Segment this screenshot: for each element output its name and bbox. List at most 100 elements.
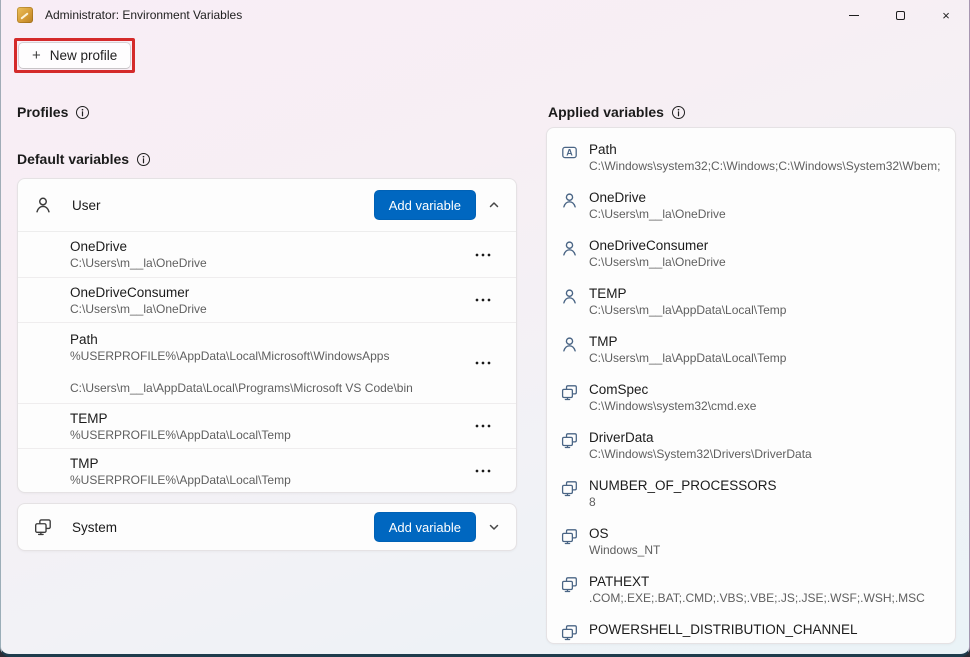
applied-value: 8 — [589, 495, 777, 510]
applied-row-powershell-distribution-channel: POWERSHELL_DISTRIBUTION_CHANNEL — [547, 620, 955, 644]
maximize-button[interactable] — [877, 0, 923, 30]
user-icon — [34, 196, 52, 214]
applied-row-driverdata: DriverData C:\Windows\System32\Drivers\D… — [547, 428, 955, 476]
system-card-header[interactable]: System Add variable — [18, 504, 516, 550]
variable-value: C:\Users\m__la\OneDrive — [70, 256, 450, 271]
user-card-title: User — [72, 198, 101, 213]
applied-row-pathext: PATHEXT .COM;.EXE;.BAT;.CMD;.VBS;.VBE;.J… — [547, 572, 955, 620]
variable-name: Path — [70, 331, 516, 349]
applied-row-os: OS Windows_NT — [547, 524, 955, 572]
chevron-up-icon — [488, 199, 500, 211]
window-title: Administrator: Environment Variables — [45, 8, 242, 22]
default-variables-section-label: Default variables — [17, 151, 151, 167]
chevron-down-icon — [488, 521, 500, 533]
user-icon — [561, 192, 578, 209]
applied-variables-info-icon[interactable] — [671, 105, 686, 120]
user-add-variable-button[interactable]: Add variable — [374, 190, 476, 220]
applied-row-tmp: TMP C:\Users\m__la\AppData\Local\Temp — [547, 332, 955, 380]
variable-value: %USERPROFILE%\AppData\Local\Temp — [70, 428, 450, 443]
applied-name: OneDrive — [589, 189, 726, 207]
applied-row-comspec: ComSpec C:\Windows\system32\cmd.exe — [547, 380, 955, 428]
maximize-icon — [896, 11, 905, 20]
applied-name: OS — [589, 525, 660, 543]
variable-more-button[interactable] — [468, 244, 498, 266]
variable-more-button[interactable] — [468, 415, 498, 437]
applied-name: TEMP — [589, 285, 786, 303]
applied-value: C:\Users\m__la\AppData\Local\Temp — [589, 303, 786, 318]
applied-name: TMP — [589, 333, 786, 351]
applied-variables-section-label: Applied variables — [548, 104, 686, 120]
applied-row-onedriveconsumer: OneDriveConsumer C:\Users\m__la\OneDrive — [547, 236, 955, 284]
profiles-section-label: Profiles — [17, 104, 90, 120]
user-icon — [561, 336, 578, 353]
system-icon — [561, 384, 578, 401]
app-icon — [17, 7, 33, 23]
default-variables-label-text: Default variables — [17, 151, 129, 167]
profiles-info-icon[interactable] — [75, 105, 90, 120]
variable-more-button[interactable] — [468, 460, 498, 482]
variable-row-temp: TEMP %USERPROFILE%\AppData\Local\Temp — [18, 403, 516, 448]
applied-value: C:\Windows\system32;C:\Windows;C:\Window… — [589, 159, 941, 174]
title-bar: Administrator: Environment Variables × — [1, 0, 969, 30]
applied-row-temp: TEMP C:\Users\m__la\AppData\Local\Temp — [547, 284, 955, 332]
close-icon: × — [942, 8, 950, 23]
applied-variables-label-text: Applied variables — [548, 104, 664, 120]
system-icon — [561, 576, 578, 593]
variable-more-button[interactable] — [468, 352, 498, 374]
variable-name: OneDrive — [70, 238, 516, 256]
user-collapse-button[interactable] — [480, 192, 508, 218]
variable-icon — [561, 144, 578, 161]
new-profile-button[interactable]: + New profile — [18, 42, 131, 69]
system-icon — [561, 432, 578, 449]
applied-variables-card: Path C:\Windows\system32;C:\Windows;C:\W… — [546, 127, 956, 644]
applied-name: ComSpec — [589, 381, 756, 399]
new-profile-label: New profile — [50, 48, 118, 63]
ellipsis-icon — [474, 297, 492, 303]
applied-row-onedrive: OneDrive C:\Users\m__la\OneDrive — [547, 188, 955, 236]
variable-row-path: Path %USERPROFILE%\AppData\Local\Microso… — [18, 322, 516, 403]
user-icon — [561, 240, 578, 257]
system-card-title: System — [72, 520, 117, 535]
variable-row-tmp: TMP %USERPROFILE%\AppData\Local\Temp — [18, 448, 516, 493]
applied-name: PATHEXT — [589, 573, 925, 591]
user-card-header[interactable]: User Add variable — [18, 179, 516, 232]
applied-name: POWERSHELL_DISTRIBUTION_CHANNEL — [589, 621, 858, 639]
variable-more-button[interactable] — [468, 289, 498, 311]
applied-name: DriverData — [589, 429, 812, 447]
variable-value: C:\Users\m__la\OneDrive — [70, 302, 450, 317]
default-variables-info-icon[interactable] — [136, 152, 151, 167]
app-window: Administrator: Environment Variables × +… — [0, 0, 970, 657]
applied-value: C:\Users\m__la\OneDrive — [589, 255, 726, 270]
system-icon — [561, 528, 578, 545]
user-variables-card: User Add variable OneDrive C:\Users\m__l… — [17, 178, 517, 493]
applied-value: C:\Windows\System32\Drivers\DriverData — [589, 447, 812, 462]
system-expand-button[interactable] — [480, 514, 508, 540]
variable-value: %USERPROFILE%\AppData\Local\Microsoft\Wi… — [70, 349, 450, 364]
profiles-label-text: Profiles — [17, 104, 68, 120]
applied-row-number-of-processors: NUMBER_OF_PROCESSORS 8 — [547, 476, 955, 524]
ellipsis-icon — [474, 423, 492, 429]
window-controls: × — [831, 0, 969, 30]
applied-name: OneDriveConsumer — [589, 237, 726, 255]
ellipsis-icon — [474, 252, 492, 258]
applied-value: Windows_NT — [589, 543, 660, 558]
minimize-icon — [849, 15, 859, 16]
applied-value: C:\Users\m__la\AppData\Local\Temp — [589, 351, 786, 366]
variable-name: OneDriveConsumer — [70, 284, 516, 302]
system-add-variable-button[interactable]: Add variable — [374, 512, 476, 542]
applied-value: .COM;.EXE;.BAT;.CMD;.VBS;.VBE;.JS;.JSE;.… — [589, 591, 925, 606]
user-icon — [561, 288, 578, 305]
applied-value: C:\Windows\system32\cmd.exe — [589, 399, 756, 414]
ellipsis-icon — [474, 360, 492, 366]
system-icon — [561, 480, 578, 497]
system-icon — [561, 624, 578, 641]
close-button[interactable]: × — [923, 0, 969, 30]
variable-value: C:\Users\m__la\AppData\Local\Programs\Mi… — [70, 381, 450, 396]
system-icon — [34, 518, 52, 536]
applied-name: NUMBER_OF_PROCESSORS — [589, 477, 777, 495]
variable-value: %USERPROFILE%\AppData\Local\Temp — [70, 473, 450, 488]
applied-name: Path — [589, 141, 941, 159]
plus-icon: + — [32, 48, 41, 63]
applied-row-path: Path C:\Windows\system32;C:\Windows;C:\W… — [547, 140, 955, 188]
minimize-button[interactable] — [831, 0, 877, 30]
